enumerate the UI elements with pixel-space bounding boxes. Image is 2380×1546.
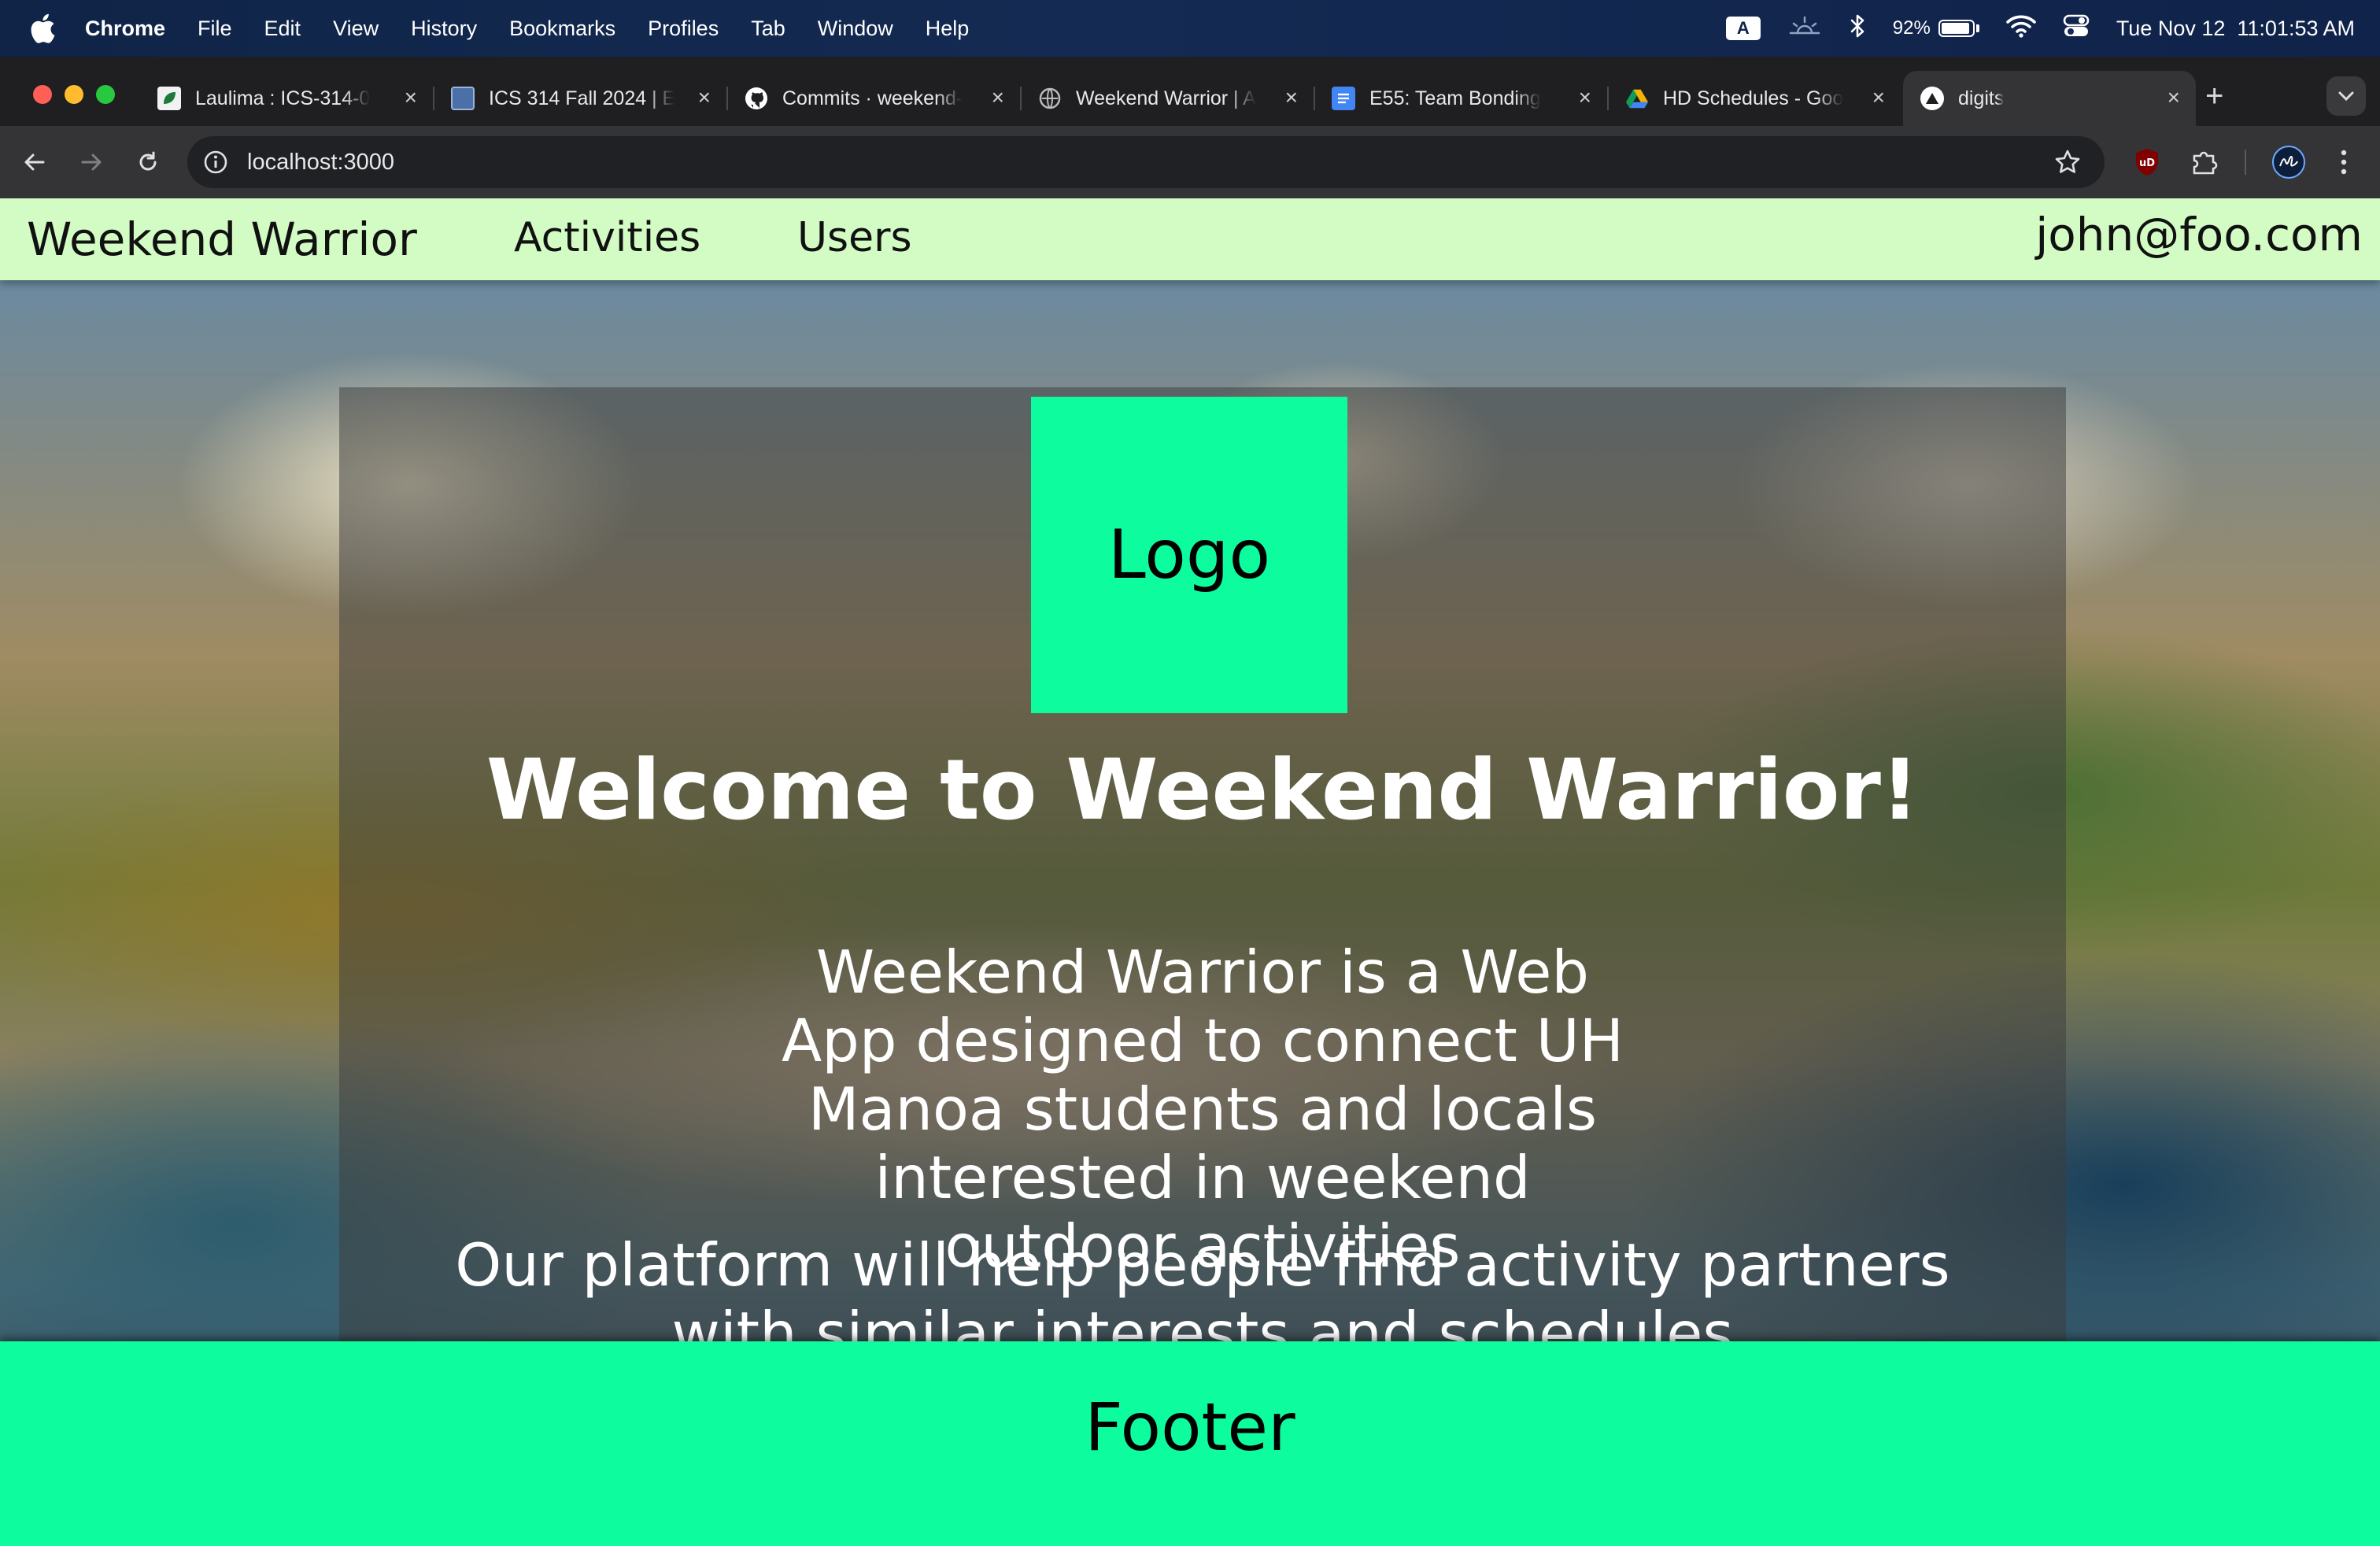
tab-close-icon[interactable]: ×	[405, 87, 417, 109]
extensions-puzzle-icon[interactable]	[2186, 145, 2221, 179]
address-bar[interactable]: localhost:3000	[187, 136, 2105, 188]
ublock-origin-icon[interactable]: uD	[2130, 145, 2164, 179]
menu-tab[interactable]: Tab	[751, 17, 785, 41]
window-minimize-button[interactable]	[65, 85, 83, 104]
nav-link-users[interactable]: Users	[797, 214, 912, 261]
logo-text: Logo	[1107, 516, 1271, 594]
brand-link[interactable]: Weekend Warrior	[27, 213, 417, 266]
browser-tab-ics314[interactable]: ICS 314 Fall 2024 | E ×	[434, 71, 728, 126]
github-icon	[745, 87, 768, 110]
browser-tab-laulima[interactable]: Laulima : ICS-314-0 ×	[140, 71, 434, 126]
menu-edit[interactable]: Edit	[264, 17, 301, 41]
nav-link-activities[interactable]: Activities	[514, 214, 700, 261]
wifi-icon[interactable]	[2006, 14, 2036, 43]
logo-placeholder: Logo	[1031, 397, 1347, 713]
menu-window[interactable]: Window	[818, 17, 893, 41]
arrow-right-icon	[81, 153, 102, 171]
os-menubar: Chrome File Edit View History Bookmarks …	[0, 0, 2380, 57]
globe-icon	[1038, 87, 1062, 110]
input-source-icon[interactable]: A	[1725, 17, 1761, 40]
window-close-button[interactable]	[33, 85, 52, 104]
menu-bookmarks[interactable]: Bookmarks	[509, 17, 615, 41]
svg-text:uD: uD	[2139, 157, 2155, 169]
site-info-icon[interactable]	[203, 150, 228, 175]
url-text: localhost:3000	[247, 149, 395, 175]
window-zoom-button[interactable]	[96, 85, 115, 104]
laulima-icon	[157, 87, 181, 110]
browser-menu-icon[interactable]	[2326, 145, 2361, 179]
user-account-dropdown[interactable]: john@foo.com	[2035, 208, 2363, 261]
tab-close-icon[interactable]: ×	[992, 87, 1004, 109]
browser-tab-digits-active[interactable]: digits ×	[1903, 71, 2196, 126]
tab-title: HD Schedules - Goo	[1663, 87, 1844, 109]
tab-title: digits	[1958, 87, 2005, 109]
ics-site-icon	[451, 87, 475, 110]
tab-title: Commits · weekend-	[782, 87, 963, 109]
menu-app-chrome[interactable]: Chrome	[85, 17, 165, 41]
reload-icon	[139, 151, 157, 171]
brightness-icon[interactable]	[1787, 14, 1822, 43]
menubar-clock[interactable]: Tue Nov 12 11:01:53 AM	[2116, 17, 2355, 41]
hero-content-card: Logo Welcome to Weekend Warrior! Weekend…	[339, 387, 2066, 1395]
footer-text: Footer	[1085, 1389, 1295, 1466]
web-page-viewport: Weekend Warrior Activities Users john@fo…	[0, 198, 2380, 1546]
forward-button[interactable]	[72, 143, 110, 181]
bluetooth-icon[interactable]	[1849, 13, 1866, 44]
profile-avatar[interactable]	[2271, 145, 2306, 179]
tab-close-icon[interactable]: ×	[1872, 87, 1885, 109]
menu-view[interactable]: View	[333, 17, 379, 41]
browser-tab-weekend-warrior[interactable]: Weekend Warrior | A ×	[1021, 71, 1315, 126]
chevron-down-icon	[2338, 91, 2354, 102]
tab-title: ICS 314 Fall 2024 | E	[489, 87, 674, 109]
control-center-icon[interactable]	[2063, 14, 2090, 43]
battery-level-fill	[1941, 23, 1969, 34]
new-tab-button[interactable]: +	[2205, 80, 2223, 112]
browser-tab-github-commits[interactable]: Commits · weekend- ×	[727, 71, 1022, 126]
google-drive-icon	[1625, 87, 1649, 110]
browser-toolbar: localhost:3000 uD	[0, 126, 2380, 198]
bookmark-star-icon[interactable]	[2054, 149, 2081, 179]
tab-close-icon[interactable]: ×	[1579, 87, 1591, 109]
welcome-heading: Welcome to Weekend Warrior!	[486, 742, 1920, 838]
browser-tab-team-bonding[interactable]: E55: Team Bonding ×	[1314, 71, 1609, 126]
browser-tab-strip: Laulima : ICS-314-0 × ICS 314 Fall 2024 …	[0, 57, 2380, 126]
page-footer: Footer	[0, 1341, 2380, 1546]
battery-icon[interactable]	[1938, 20, 1979, 37]
browser-tab-hd-schedules[interactable]: HD Schedules - Goo ×	[1608, 71, 1901, 126]
tab-close-icon[interactable]: ×	[1285, 87, 1298, 109]
tab-title: Weekend Warrior | A	[1076, 87, 1256, 109]
tab-title: Laulima : ICS-314-0	[195, 87, 371, 109]
apple-icon[interactable]	[30, 11, 61, 46]
google-docs-icon	[1332, 87, 1355, 110]
digits-icon	[1920, 87, 1944, 110]
tab-close-icon[interactable]: ×	[2168, 87, 2180, 109]
back-button[interactable]	[16, 143, 54, 181]
arrow-left-icon	[24, 153, 45, 171]
tab-search-button[interactable]	[2326, 76, 2366, 116]
menu-help[interactable]: Help	[926, 17, 970, 41]
tab-close-icon[interactable]: ×	[698, 87, 711, 109]
battery-percent: 92%	[1892, 17, 1931, 39]
menu-file[interactable]: File	[198, 17, 232, 41]
description-paragraph: Weekend Warrior is a Web App designed to…	[782, 938, 1624, 1281]
menu-history[interactable]: History	[411, 17, 477, 41]
reload-button[interactable]	[129, 143, 167, 181]
app-navbar: Weekend Warrior Activities Users john@fo…	[0, 198, 2380, 280]
tab-title: E55: Team Bonding	[1369, 87, 1541, 109]
menu-profiles[interactable]: Profiles	[648, 17, 719, 41]
toolbar-divider	[2245, 150, 2246, 175]
menubar-status-area: A 92% Tue Nov 12 11:01:53 AM	[1699, 0, 2355, 57]
